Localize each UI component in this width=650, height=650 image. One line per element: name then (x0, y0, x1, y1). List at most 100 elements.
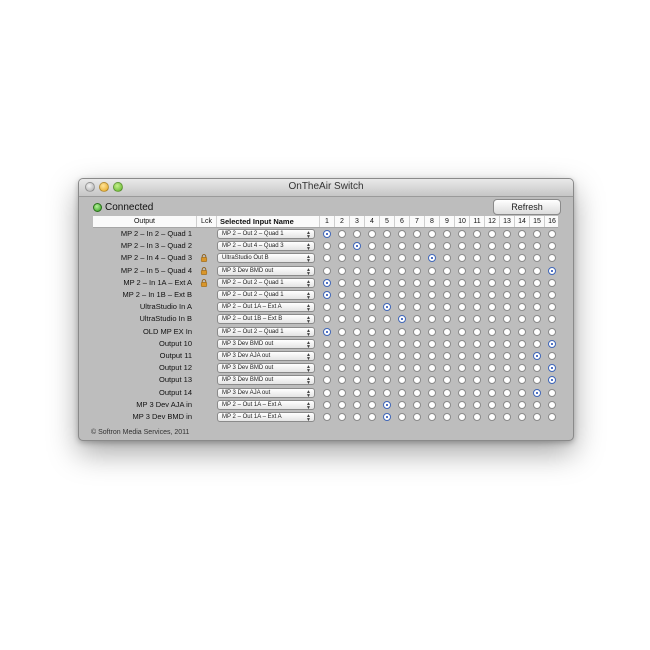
routing-radio-10[interactable] (457, 388, 466, 397)
routing-radio-12[interactable] (487, 254, 496, 263)
routing-radio-2[interactable] (337, 266, 346, 275)
routing-radio-5[interactable] (382, 315, 391, 324)
routing-radio-5[interactable] (382, 339, 391, 348)
routing-radio-11[interactable] (472, 278, 481, 287)
routing-radio-10[interactable] (457, 376, 466, 385)
routing-radio-2[interactable] (337, 339, 346, 348)
routing-radio-14[interactable] (517, 230, 526, 238)
routing-radio-13[interactable] (502, 266, 511, 275)
routing-radio-9[interactable] (442, 303, 451, 312)
routing-radio-4[interactable] (367, 388, 376, 397)
routing-radio-13[interactable] (502, 278, 511, 287)
routing-radio-3[interactable] (352, 400, 361, 409)
routing-radio-6[interactable] (397, 352, 406, 360)
input-select[interactable]: MP 2 – Out 1B – Ext B ▲ ▼ (217, 314, 315, 325)
routing-radio-15[interactable] (532, 254, 541, 263)
routing-radio-7[interactable] (412, 266, 421, 275)
routing-radio-7[interactable] (412, 278, 421, 287)
routing-radio-13[interactable] (502, 376, 511, 385)
routing-radio-9[interactable] (442, 242, 451, 251)
input-select[interactable]: MP 2 – Out 2 – Quad 1 ▲ ▼ (217, 229, 315, 240)
routing-radio-16[interactable] (547, 413, 556, 421)
routing-radio-9[interactable] (442, 364, 451, 373)
routing-radio-12[interactable] (487, 303, 496, 312)
routing-radio-12[interactable] (487, 242, 496, 251)
routing-radio-12[interactable] (487, 327, 496, 336)
input-select[interactable]: MP 2 – Out 2 – Quad 1 ▲ ▼ (217, 326, 315, 337)
routing-radio-2[interactable] (337, 254, 346, 263)
routing-radio-9[interactable] (442, 388, 451, 397)
routing-radio-8[interactable] (427, 278, 436, 287)
routing-radio-9[interactable] (442, 352, 451, 360)
routing-radio-11[interactable] (472, 327, 481, 336)
routing-radio-16[interactable] (547, 242, 556, 251)
routing-radio-6[interactable] (397, 400, 406, 409)
routing-radio-10[interactable] (457, 303, 466, 312)
routing-radio-9[interactable] (442, 278, 451, 287)
routing-radio-9[interactable] (442, 254, 451, 263)
routing-radio-4[interactable] (367, 254, 376, 263)
routing-radio-12[interactable] (487, 376, 496, 385)
routing-radio-11[interactable] (472, 400, 481, 409)
routing-radio-14[interactable] (517, 266, 526, 275)
routing-radio-6[interactable] (397, 376, 406, 385)
routing-radio-8[interactable] (427, 413, 436, 421)
routing-radio-7[interactable] (412, 242, 421, 251)
routing-radio-13[interactable] (502, 291, 511, 299)
routing-radio-13[interactable] (502, 327, 511, 336)
routing-radio-14[interactable] (517, 364, 526, 373)
routing-radio-14[interactable] (517, 278, 526, 287)
routing-radio-10[interactable] (457, 413, 466, 421)
routing-radio-15[interactable] (532, 266, 541, 275)
routing-radio-7[interactable] (412, 303, 421, 312)
routing-radio-12[interactable] (487, 339, 496, 348)
routing-radio-11[interactable] (472, 230, 481, 238)
routing-radio-15[interactable] (532, 364, 541, 373)
routing-radio-4[interactable] (367, 400, 376, 409)
lock-icon[interactable] (200, 254, 208, 263)
routing-radio-11[interactable] (472, 364, 481, 373)
routing-radio-8[interactable] (427, 352, 436, 360)
routing-radio-1[interactable] (322, 413, 331, 421)
routing-radio-15[interactable] (532, 376, 541, 385)
routing-radio-8[interactable] (427, 364, 436, 373)
routing-radio-6[interactable] (397, 254, 406, 263)
routing-radio-3[interactable] (352, 388, 361, 397)
routing-radio-1[interactable] (322, 352, 331, 360)
routing-radio-5[interactable] (382, 242, 391, 251)
routing-radio-11[interactable] (472, 242, 481, 251)
routing-radio-8[interactable] (427, 315, 436, 324)
routing-radio-11[interactable] (472, 352, 481, 360)
routing-radio-13[interactable] (502, 364, 511, 373)
routing-radio-8[interactable] (427, 230, 436, 238)
routing-radio-3[interactable] (352, 303, 361, 312)
routing-radio-15[interactable] (532, 413, 541, 421)
routing-radio-2[interactable] (337, 278, 346, 287)
input-select[interactable]: MP 3 Dev AJA out ▲ ▼ (217, 387, 315, 398)
routing-radio-14[interactable] (517, 303, 526, 312)
routing-radio-8[interactable] (427, 376, 436, 385)
routing-radio-9[interactable] (442, 339, 451, 348)
routing-radio-9[interactable] (442, 315, 451, 324)
lock-icon[interactable] (200, 278, 208, 287)
routing-radio-5[interactable] (382, 266, 391, 275)
routing-radio-16[interactable] (547, 278, 556, 287)
routing-radio-3[interactable] (352, 278, 361, 287)
input-select[interactable]: MP 2 – Out 1A – Ext A ▲ ▼ (217, 412, 315, 423)
routing-radio-16[interactable] (547, 230, 556, 238)
routing-radio-6[interactable] (397, 339, 406, 348)
routing-radio-8[interactable] (427, 388, 436, 397)
routing-radio-10[interactable] (457, 278, 466, 287)
routing-radio-11[interactable] (472, 266, 481, 275)
routing-radio-11[interactable] (472, 413, 481, 421)
routing-radio-10[interactable] (457, 352, 466, 360)
routing-radio-12[interactable] (487, 400, 496, 409)
routing-radio-13[interactable] (502, 388, 511, 397)
routing-radio-15[interactable] (532, 230, 541, 238)
routing-radio-3[interactable] (352, 291, 361, 299)
routing-radio-4[interactable] (367, 327, 376, 336)
routing-radio-8[interactable] (427, 242, 436, 251)
routing-radio-7[interactable] (412, 291, 421, 299)
routing-radio-15[interactable] (532, 303, 541, 312)
routing-radio-7[interactable] (412, 254, 421, 263)
